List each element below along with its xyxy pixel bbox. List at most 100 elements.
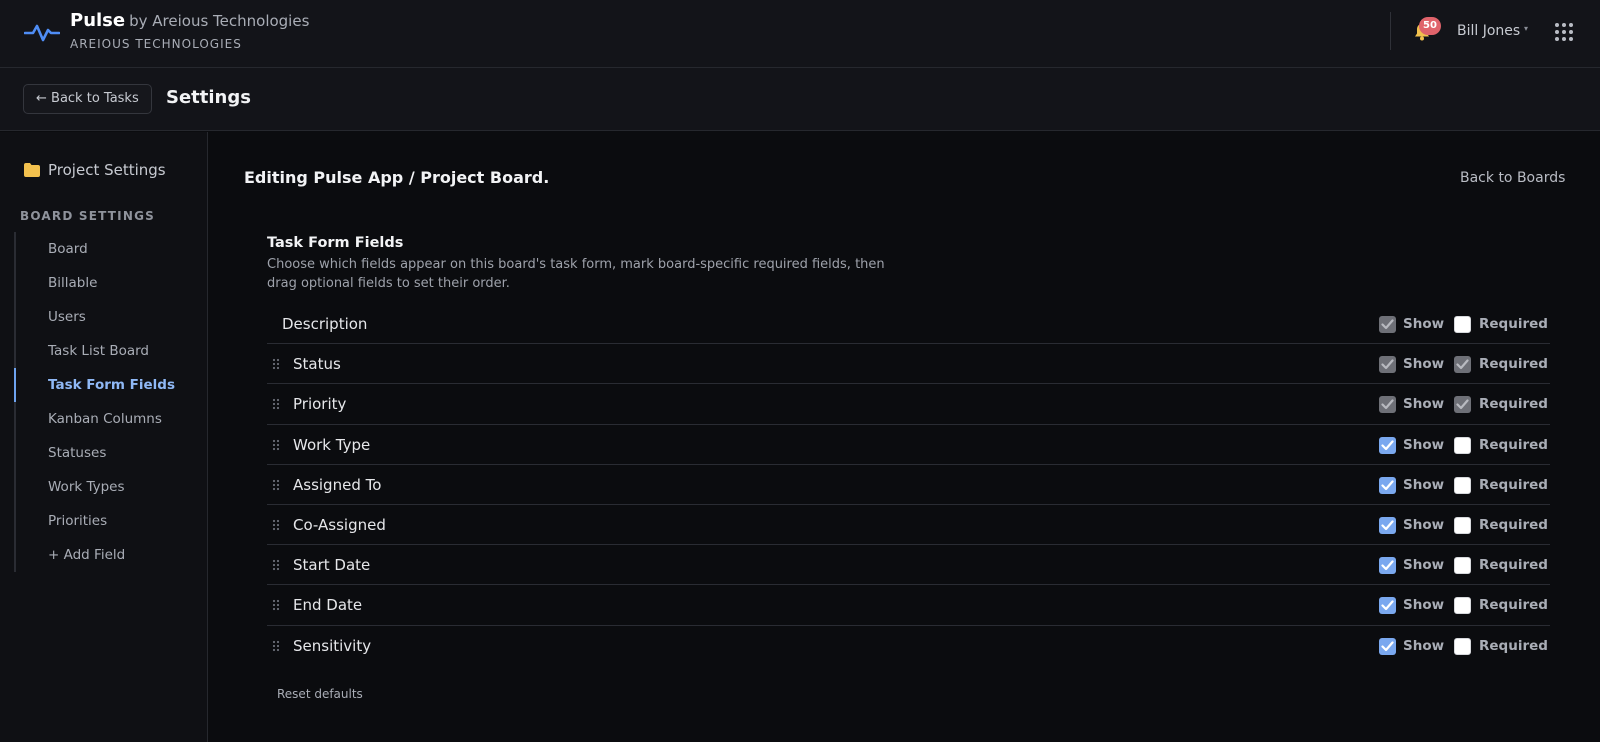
editing-title: Editing Pulse App / Project Board. — [244, 168, 550, 187]
checkmark-icon — [1381, 600, 1394, 611]
field-label: Assigned To — [293, 475, 382, 494]
drag-handle-icon[interactable] — [272, 439, 280, 451]
required-checkbox-description[interactable] — [1454, 316, 1471, 333]
required-label: Required — [1479, 637, 1548, 654]
required-checkbox-co-assigned[interactable] — [1454, 516, 1471, 534]
required-label: Required — [1479, 356, 1548, 373]
checkmark-icon — [1381, 319, 1394, 330]
show-label: Show — [1403, 356, 1445, 373]
required-label: Required — [1479, 476, 1548, 493]
field-row-start-date[interactable]: Start Date Show Required — [267, 545, 1550, 586]
sub-header: ← Back to Tasks Settings — [0, 68, 1600, 131]
field-row-priority[interactable]: Priority Show Required — [267, 384, 1550, 425]
show-label: Show — [1403, 396, 1445, 413]
user-menu[interactable]: Bill Jones — [1457, 23, 1520, 39]
required-checkbox-priority — [1454, 396, 1471, 414]
field-row-end-date[interactable]: End Date Show Required — [267, 585, 1550, 626]
checkmark-icon — [1381, 520, 1394, 531]
back-to-boards-link[interactable]: Back to Boards — [1460, 170, 1565, 186]
field-row-work-type[interactable]: Work Type Show Required — [267, 425, 1550, 465]
checkmark-icon — [1381, 560, 1394, 571]
required-label: Required — [1479, 396, 1548, 413]
sidebar-item-statuses[interactable]: Statuses — [16, 436, 204, 470]
drag-handle-icon[interactable] — [272, 398, 280, 410]
board-settings-heading: BOARD SETTINGS — [20, 209, 155, 223]
required-label: Required — [1479, 436, 1548, 453]
notification-count-badge: 50 — [1419, 17, 1441, 35]
top-bar: Pulse by Areious Technologies AREIOUS TEC… — [0, 0, 1600, 68]
pulse-logo-icon[interactable] — [24, 20, 60, 44]
show-checkbox-assigned-to[interactable] — [1379, 476, 1396, 494]
page-title: Settings — [166, 87, 251, 108]
field-row-sensitivity[interactable]: Sensitivity Show Required — [267, 626, 1550, 666]
back-to-tasks-button[interactable]: ← Back to Tasks — [23, 84, 152, 114]
notifications-button[interactable]: 50 — [1412, 17, 1441, 44]
field-label: End Date — [293, 596, 363, 615]
show-checkbox-status — [1379, 356, 1396, 374]
drag-handle-icon[interactable] — [272, 559, 280, 571]
company-name: AREIOUS TECHNOLOGIES — [70, 37, 242, 51]
caret-down-icon[interactable]: ▾ — [1524, 24, 1528, 33]
drag-handle-icon[interactable] — [272, 599, 280, 611]
field-row-co-assigned[interactable]: Co-Assigned Show Required — [267, 505, 1550, 546]
required-checkbox-start-date[interactable] — [1454, 557, 1471, 575]
required-label: Required — [1479, 557, 1548, 574]
show-label: Show — [1403, 637, 1445, 654]
required-label: Required — [1479, 516, 1548, 533]
sidebar-item-users[interactable]: Users — [16, 300, 204, 334]
drag-handle-icon[interactable] — [272, 479, 280, 491]
checkmark-icon — [1381, 359, 1394, 370]
sidebar-item-task-list-board[interactable]: Task List Board — [16, 334, 204, 368]
sidebar-item-task-form-fields[interactable]: Task Form Fields — [14, 368, 204, 402]
sidebar-item-board[interactable]: Board — [16, 232, 204, 266]
show-checkbox-end-date[interactable] — [1379, 597, 1396, 615]
drag-handle-icon[interactable] — [272, 519, 280, 531]
field-label: Priority — [293, 395, 347, 414]
checkmark-icon — [1456, 359, 1469, 370]
settings-sidebar: Project Settings BOARD SETTINGS Board Bi… — [0, 132, 208, 742]
sidebar-item-priorities[interactable]: Priorities — [16, 504, 204, 538]
show-checkbox-co-assigned[interactable] — [1379, 516, 1396, 534]
required-label: Required — [1479, 597, 1548, 614]
required-label: Required — [1479, 316, 1548, 332]
required-checkbox-end-date[interactable] — [1454, 597, 1471, 615]
drag-handle-icon[interactable] — [272, 358, 280, 370]
drag-handle-icon[interactable] — [272, 640, 280, 652]
show-label: Show — [1403, 316, 1445, 332]
checkmark-icon — [1456, 399, 1469, 410]
field-label: Sensitivity — [293, 636, 372, 655]
checkmark-icon — [1381, 640, 1394, 651]
app-by: by Areious Technologies — [129, 12, 310, 30]
sidebar-item-billable[interactable]: Billable — [16, 266, 204, 300]
reset-defaults-button[interactable]: Reset defaults — [277, 687, 363, 701]
app-name: Pulse — [70, 10, 126, 31]
show-label: Show — [1403, 436, 1445, 453]
section-title: Task Form Fields — [267, 235, 404, 251]
field-row-status[interactable]: Status Show Required — [267, 344, 1550, 385]
sidebar-item-add-field[interactable]: + Add Field — [16, 538, 204, 572]
field-label: Start Date — [293, 556, 371, 575]
board-settings-nav: Board Billable Users Task List Board Tas… — [14, 232, 204, 572]
field-label: Description — [282, 315, 368, 333]
required-checkbox-work-type[interactable] — [1454, 436, 1471, 454]
divider — [1390, 12, 1391, 50]
sidebar-item-work-types[interactable]: Work Types — [16, 470, 204, 504]
apps-grid-icon[interactable] — [1554, 22, 1574, 42]
task-form-fields-list: Description Show Required Status Show Require… — [267, 304, 1550, 666]
sidebar-item-kanban-columns[interactable]: Kanban Columns — [16, 402, 204, 436]
required-checkbox-sensitivity[interactable] — [1454, 637, 1471, 655]
field-row-assigned-to[interactable]: Assigned To Show Required — [267, 465, 1550, 505]
field-row-description: Description Show Required — [267, 304, 1550, 345]
show-checkbox-sensitivity[interactable] — [1379, 637, 1396, 655]
show-checkbox-start-date[interactable] — [1379, 557, 1396, 575]
project-settings-link[interactable]: Project Settings — [24, 159, 166, 179]
required-checkbox-assigned-to[interactable] — [1454, 476, 1471, 494]
checkmark-icon — [1381, 399, 1394, 410]
checkmark-icon — [1381, 439, 1394, 450]
show-checkbox-description — [1379, 316, 1396, 333]
show-label: Show — [1403, 516, 1445, 533]
show-checkbox-priority — [1379, 396, 1396, 414]
project-settings-label: Project Settings — [48, 160, 166, 179]
folder-icon — [24, 162, 40, 177]
show-checkbox-work-type[interactable] — [1379, 436, 1396, 454]
